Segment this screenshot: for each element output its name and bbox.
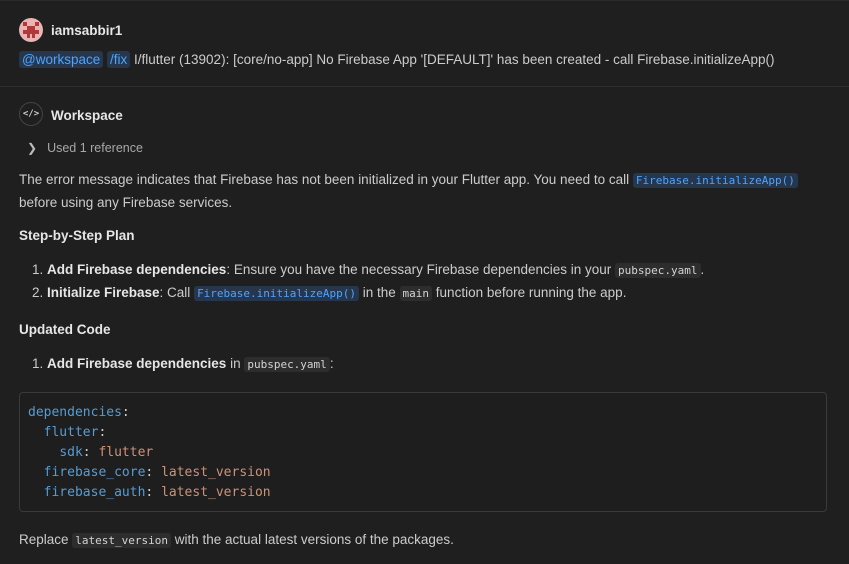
references-toggle[interactable]: ❯ Used 1 reference — [27, 141, 143, 155]
list-item: Add Firebase dependencies: Ensure you ha… — [47, 259, 704, 282]
chevron-right-icon: ❯ — [27, 141, 38, 155]
list-item: Initialize Firebase: Call Firebase.initi… — [47, 282, 704, 305]
user-request: iamsabbir1 @workspace /fix I/flutter (13… — [0, 2, 849, 87]
step-text-end: function before running the app. — [432, 285, 627, 300]
step-title: Add Firebase dependencies — [47, 356, 227, 371]
code-link[interactable]: Firebase.initializeApp() — [194, 286, 360, 301]
code-link[interactable]: Firebase.initializeApp() — [632, 173, 798, 188]
user-avatar[interactable] — [19, 18, 43, 42]
intro-text-end: before using any Firebase services. — [19, 195, 233, 210]
code-step-list: Add Firebase dependencies in pubspec.yam… — [19, 353, 334, 376]
step-title: Initialize Firebase — [47, 285, 160, 300]
replace-text-end: with the actual latest versions of the p… — [171, 532, 454, 547]
plan-list: Add Firebase dependencies: Ensure you ha… — [19, 259, 704, 305]
agent-chip[interactable]: @workspace — [19, 51, 104, 68]
step-text: : Ensure you have the necessary Firebase… — [226, 262, 616, 277]
code-brackets-icon: </> — [19, 102, 43, 126]
code-heading: Updated Code — [19, 322, 111, 337]
code-line: flutter: — [43, 425, 107, 440]
step-text-end: . — [700, 262, 705, 277]
code-block[interactable]: dependencies: flutter: sdk: flutter fire… — [19, 392, 827, 512]
references-label: Used 1 reference — [47, 141, 143, 155]
inline-code: pubspec.yaml — [244, 357, 330, 372]
command-chip[interactable]: /fix — [107, 51, 131, 68]
query-text: I/flutter (13902): [core/no-app] No Fire… — [130, 52, 775, 67]
top-divider — [0, 0, 849, 1]
step-text: : Call — [159, 285, 195, 300]
inline-code: latest_version — [72, 533, 172, 548]
replace-text: Replace — [19, 532, 73, 547]
step-text: in — [226, 356, 245, 371]
agent-name: Workspace — [51, 108, 123, 123]
code-line: firebase_auth: latest_version — [43, 485, 271, 500]
inline-code: pubspec.yaml — [615, 263, 701, 278]
code-line: sdk: flutter — [59, 445, 154, 460]
intro-paragraph: The error message indicates that Firebas… — [19, 169, 831, 214]
username: iamsabbir1 — [51, 23, 123, 38]
code-line: firebase_core: latest_version — [43, 465, 271, 480]
plan-heading: Step-by-Step Plan — [19, 228, 135, 243]
list-item: Add Firebase dependencies in pubspec.yam… — [47, 353, 334, 376]
step-text-mid: in the — [359, 285, 400, 300]
intro-text: The error message indicates that Firebas… — [19, 172, 633, 187]
step-title: Add Firebase dependencies — [47, 262, 227, 277]
replace-paragraph: Replace latest_version with the actual l… — [19, 529, 831, 552]
step-text-end: : — [329, 356, 334, 371]
inline-code: main — [399, 286, 433, 301]
user-query: @workspace /fix I/flutter (13902): [core… — [19, 51, 775, 68]
code-line: dependencies: — [28, 405, 130, 420]
